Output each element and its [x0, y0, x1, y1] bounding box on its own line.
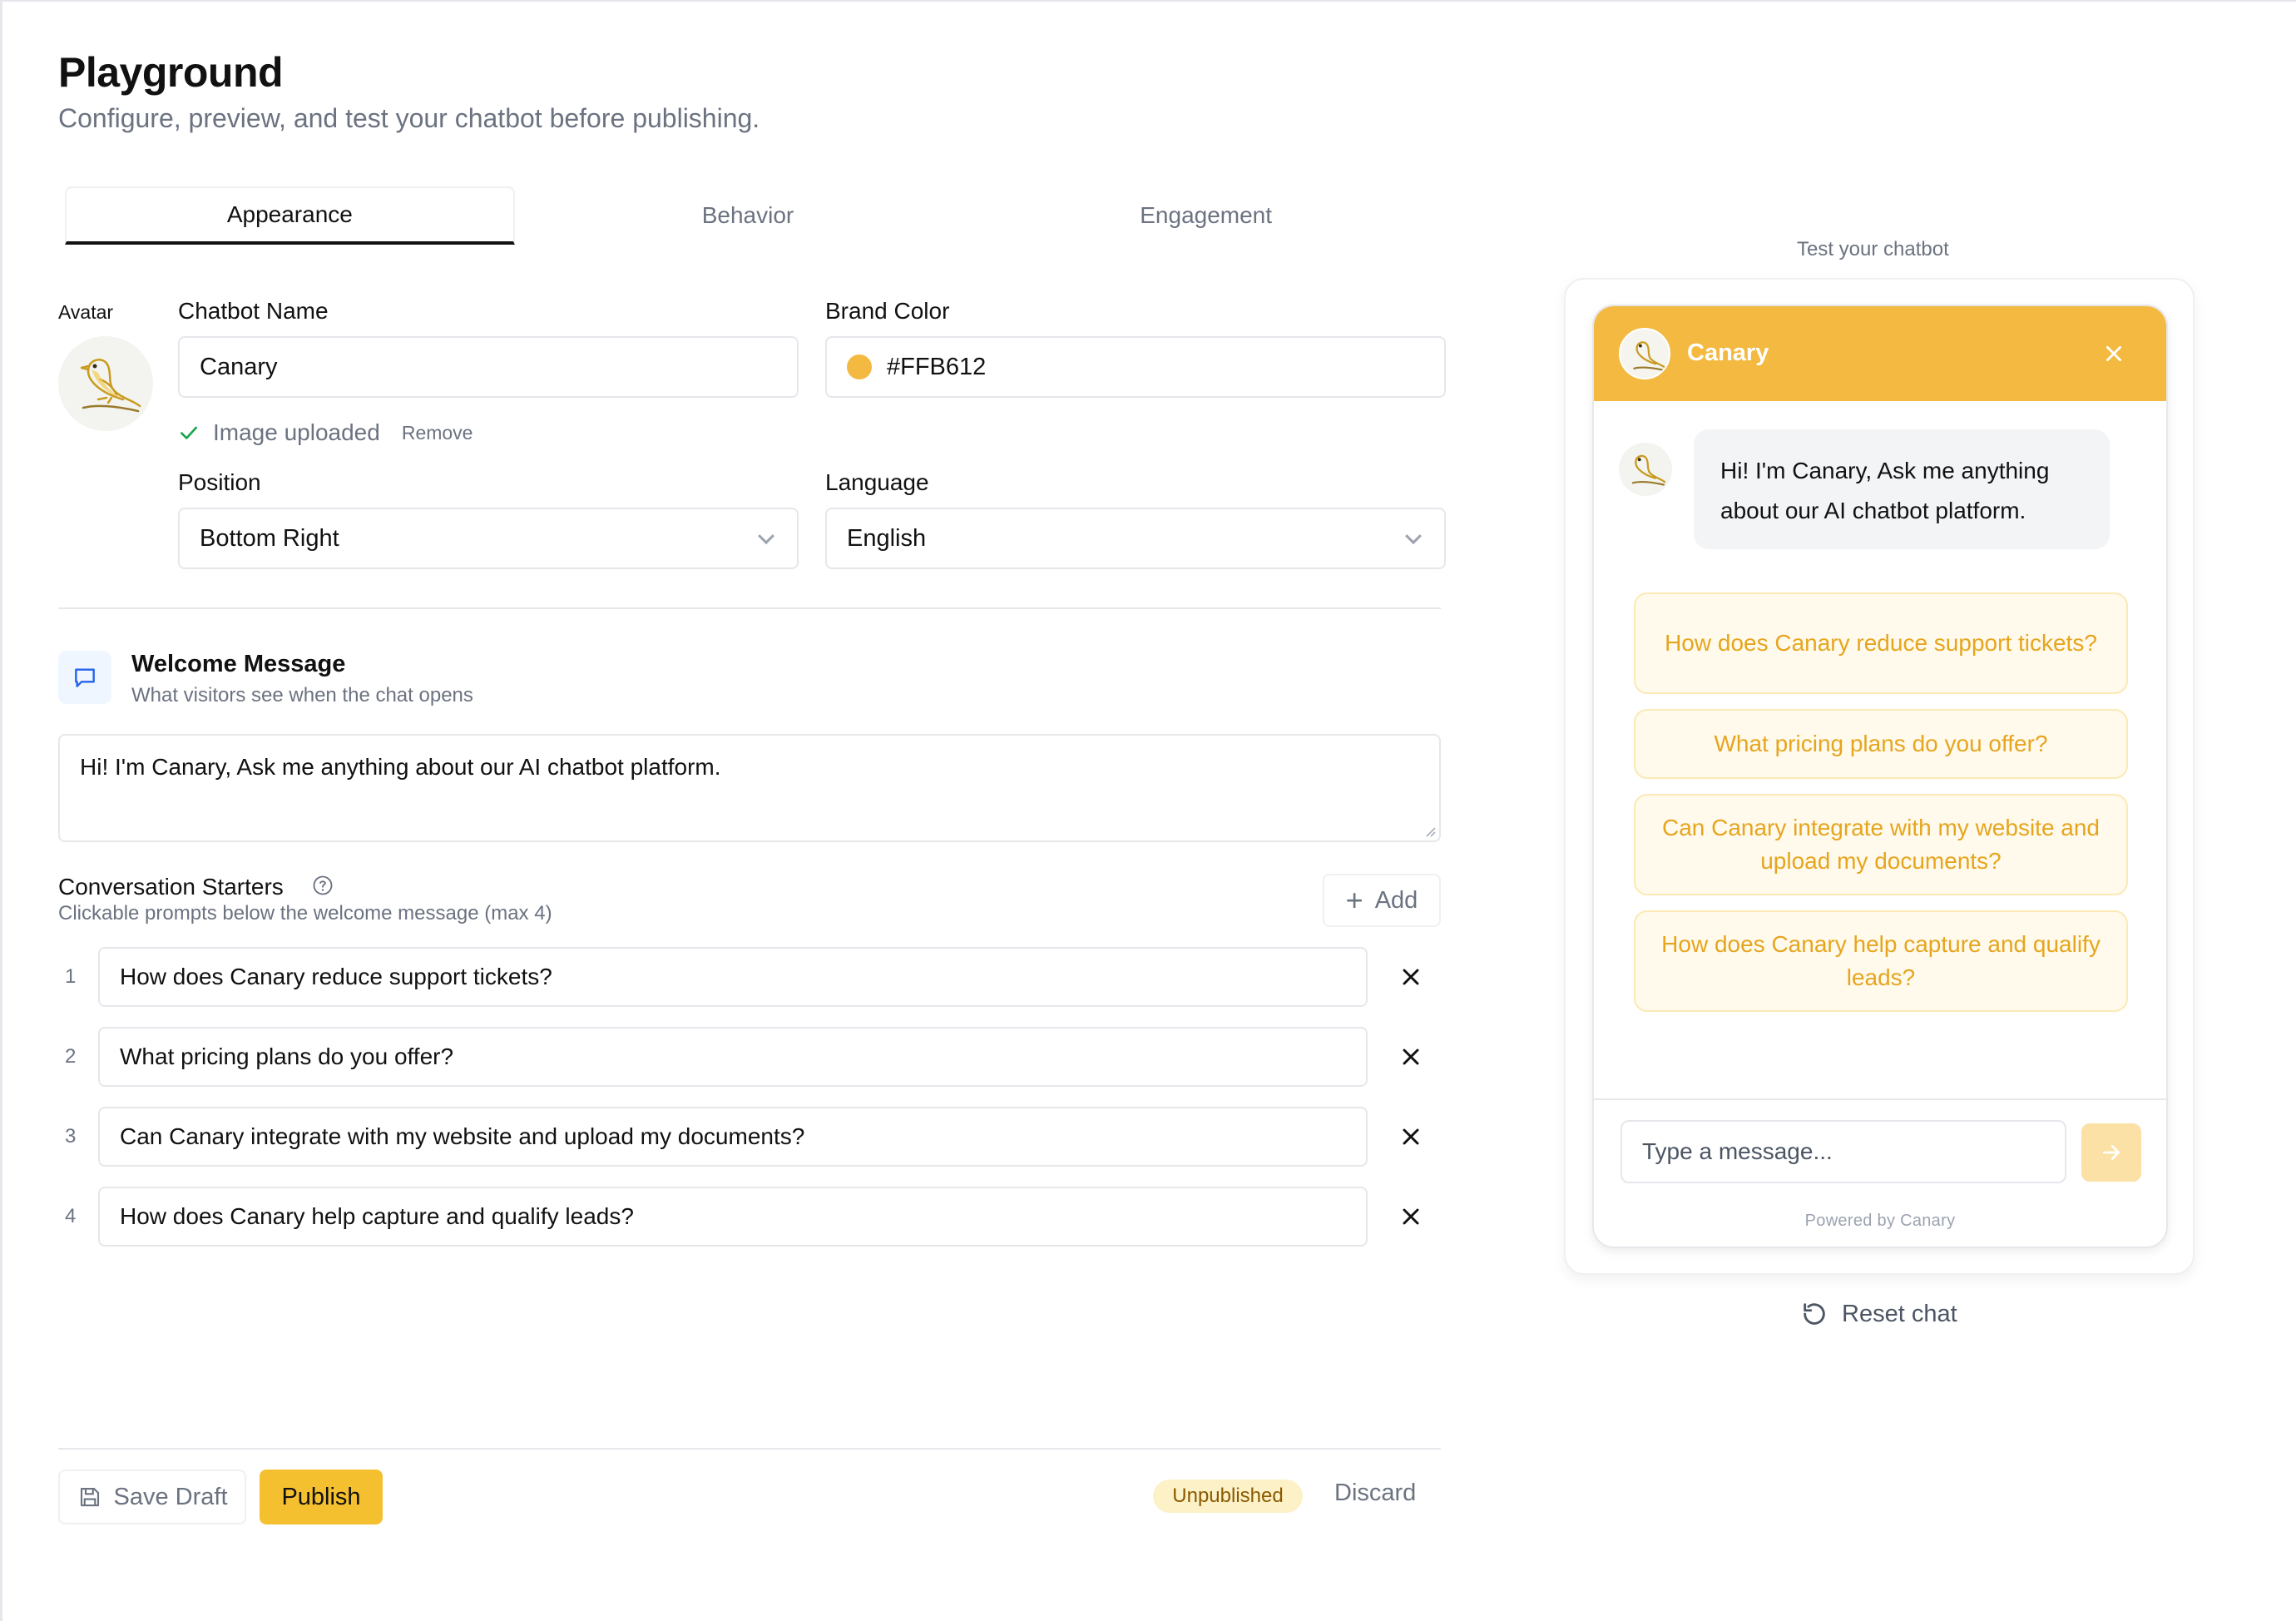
reset-chat-button[interactable]: Reset chat [1800, 1300, 1957, 1328]
status-badge: Unpublished [1153, 1480, 1303, 1513]
chat-input-placeholder: Type a message... [1642, 1138, 1833, 1164]
position-select[interactable]: Bottom Right [178, 508, 799, 569]
question-circle-icon[interactable] [311, 874, 334, 897]
welcome-message-textarea[interactable]: Hi! I'm Canary, Ask me anything about ou… [58, 734, 1441, 842]
chatbot-name-value: Canary [200, 353, 278, 380]
starter-chip[interactable]: How does Canary help capture and qualify… [1634, 910, 2128, 1012]
chat-widget: Canary Hi! I'm Canary, Ask me anything a… [1592, 305, 2168, 1248]
chat-header: Canary [1594, 306, 2166, 401]
save-draft-label: Save Draft [113, 1483, 228, 1510]
plus-icon: + [1345, 883, 1363, 917]
starter-row: 1 How does Canary reduce support tickets… [58, 947, 1441, 1007]
starter-chip[interactable]: Can Canary integrate with my website and… [1634, 794, 2128, 895]
chatbot-name-label: Chatbot Name [178, 298, 329, 324]
canary-bird-icon [1631, 454, 1666, 486]
arrow-right-icon [2102, 1145, 2120, 1160]
starter-input[interactable]: How does Canary reduce support tickets? [98, 947, 1368, 1007]
language-select[interactable]: English [825, 508, 1446, 569]
language-value: English [847, 524, 927, 552]
close-icon[interactable] [1398, 1123, 1424, 1150]
save-icon [80, 1487, 99, 1507]
reset-chat-label: Reset chat [1842, 1300, 1957, 1327]
close-icon[interactable] [2103, 343, 2125, 364]
starters-title: Conversation Starters [58, 874, 284, 900]
welcome-icon-box [58, 651, 111, 704]
save-draft-button[interactable]: Save Draft [58, 1470, 246, 1524]
add-starter-label: Add [1374, 886, 1418, 914]
bot-message-bubble: Hi! I'm Canary, Ask me anything about ou… [1694, 429, 2110, 549]
brand-color-value: #FFB612 [887, 353, 987, 380]
avatar-label: Avatar [58, 301, 114, 323]
upload-status-text: Image uploaded [213, 419, 380, 445]
canary-bird-icon [80, 359, 141, 413]
position-label: Position [178, 469, 261, 495]
send-button[interactable] [2081, 1123, 2141, 1182]
starter-number: 1 [65, 965, 77, 988]
avatar-upload[interactable] [58, 336, 153, 431]
chat-bot-name: Canary [1687, 340, 1769, 366]
chat-message-input[interactable]: Type a message... [1621, 1120, 2066, 1183]
resize-grip-icon[interactable] [1423, 824, 1436, 837]
chat-divider [1594, 1098, 2166, 1100]
settings-tabs: Appearance Behavior Engagement [65, 186, 1439, 245]
message-square-icon [75, 668, 95, 687]
add-starter-button[interactable]: + Add [1323, 874, 1441, 927]
discard-button[interactable]: Discard [1334, 1480, 1416, 1507]
starter-chip[interactable]: How does Canary reduce support tickets? [1634, 592, 2128, 694]
tab-appearance[interactable]: Appearance [65, 186, 515, 245]
starter-number: 4 [65, 1205, 77, 1227]
publish-button[interactable]: Publish [260, 1470, 383, 1524]
starter-input[interactable]: What pricing plans do you offer? [98, 1027, 1368, 1087]
position-value: Bottom Right [200, 524, 339, 552]
starter-text: Can Canary integrate with my website and… [120, 1123, 805, 1149]
welcome-title: Welcome Message [131, 651, 346, 677]
footer-divider [58, 1448, 1441, 1450]
upload-status-row: Image uploaded Remove [178, 419, 473, 446]
starter-text: How does Canary reduce support tickets? [120, 964, 552, 989]
starter-number: 3 [65, 1125, 77, 1148]
section-divider [58, 607, 1441, 609]
starter-row: 4 How does Canary help capture and quali… [58, 1187, 1441, 1247]
brand-color-swatch[interactable] [847, 354, 872, 379]
chevron-down-icon [1405, 528, 1422, 545]
starter-number: 2 [65, 1045, 77, 1068]
starter-row: 3 Can Canary integrate with my website a… [58, 1107, 1441, 1167]
brand-color-input[interactable]: #FFB612 [825, 336, 1446, 398]
close-icon[interactable] [1398, 1043, 1424, 1070]
starter-input[interactable]: Can Canary integrate with my website and… [98, 1107, 1368, 1167]
starter-text: How does Canary help capture and qualify… [120, 1203, 634, 1229]
language-label: Language [825, 469, 929, 495]
close-icon[interactable] [1398, 1203, 1424, 1230]
page-subtitle: Configure, preview, and test your chatbo… [58, 103, 760, 133]
welcome-message-value: Hi! I'm Canary, Ask me anything about ou… [80, 754, 721, 780]
page-title: Playground [58, 49, 284, 96]
chevron-down-icon [758, 528, 774, 545]
bot-avatar [1619, 443, 1672, 496]
starters-subtitle: Clickable prompts below the welcome mess… [58, 902, 552, 925]
canary-bird-icon [1633, 341, 1666, 372]
welcome-subtitle: What visitors see when the chat opens [131, 684, 473, 706]
rotate-ccw-icon [1804, 1303, 1825, 1325]
starter-text: What pricing plans do you offer? [120, 1043, 454, 1069]
tab-engagement[interactable]: Engagement [981, 186, 1431, 245]
close-icon[interactable] [1398, 964, 1424, 990]
remove-avatar-link[interactable]: Remove [402, 422, 473, 444]
starter-row: 2 What pricing plans do you offer? [58, 1027, 1441, 1087]
chatbot-name-input[interactable]: Canary [178, 336, 799, 398]
starter-chip[interactable]: What pricing plans do you offer? [1634, 709, 2128, 779]
starter-input[interactable]: How does Canary help capture and qualify… [98, 1187, 1368, 1247]
brand-color-label: Brand Color [825, 298, 950, 324]
preview-label: Test your chatbot [1797, 238, 1949, 260]
tab-behavior[interactable]: Behavior [523, 186, 973, 245]
chat-header-avatar [1619, 328, 1670, 379]
check-icon [181, 426, 197, 439]
powered-by-text: Powered by Canary [1804, 1212, 1956, 1230]
